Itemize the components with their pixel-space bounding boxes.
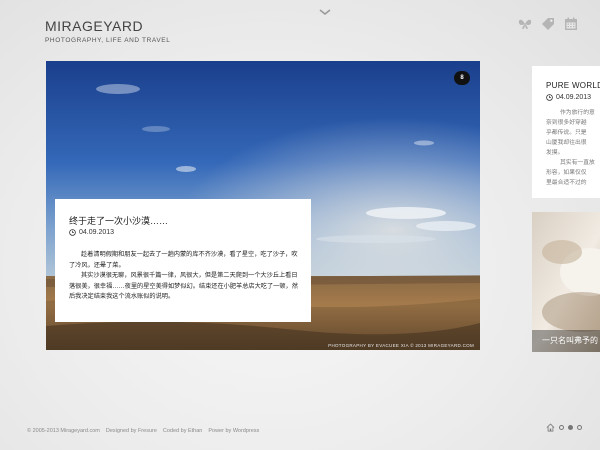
site-title[interactable]: MIRAGEYARD bbox=[45, 18, 170, 34]
carousel-pager bbox=[546, 423, 582, 432]
side-post-title[interactable]: PURE WORLD bbox=[546, 80, 600, 92]
side-post-date: 04.09.2013 bbox=[556, 94, 592, 101]
side-photo-post-card[interactable]: 一只名叫弗予的 bbox=[532, 212, 600, 352]
footer-credits: © 2005-2013 Mirageyard.com Designed by F… bbox=[27, 428, 259, 434]
side-excerpt-line: 里最合适不过的 bbox=[546, 180, 587, 186]
header-icon-bar bbox=[518, 17, 578, 31]
pager-dot[interactable] bbox=[559, 425, 564, 430]
post-date: 04.09.2013 bbox=[79, 229, 115, 236]
pager-dot[interactable] bbox=[577, 425, 582, 430]
side-excerpt-line: 发摸。 bbox=[546, 150, 564, 156]
site-branding[interactable]: MIRAGEYARD PHOTOGRAPHY, LIFE AND TRAVEL bbox=[45, 18, 170, 44]
side-excerpt-line: 乎都传说。只是 bbox=[546, 130, 587, 136]
home-icon[interactable] bbox=[546, 423, 555, 432]
side-photo-caption[interactable]: 一只名叫弗予的 bbox=[532, 330, 600, 352]
side-excerpt-line: 形容，如果仅仅 bbox=[546, 170, 587, 176]
post-excerpt-panel[interactable]: 终于走了一次小沙漠…… 04.09.2013 趁着清明假期和朋友一起去了一趟内蒙… bbox=[55, 199, 311, 322]
post-date-row: 04.09.2013 bbox=[69, 229, 299, 236]
footer-copyright[interactable]: © 2005-2013 Mirageyard.com bbox=[27, 428, 100, 434]
photo-count-badge: 8 bbox=[454, 71, 470, 85]
footer-wordpress-link[interactable]: Power by Wordpress bbox=[208, 428, 259, 434]
footer-coder-link[interactable]: Coded by Ethan bbox=[163, 428, 202, 434]
pager-dot-active[interactable] bbox=[568, 425, 573, 430]
side-excerpt-line: 山厦我却往出很 bbox=[546, 140, 587, 146]
clock-icon bbox=[69, 229, 76, 236]
excerpt-paragraph: 其实沙漠很无聊，风景很千篇一律，风很大，但是第二天爬到一个大沙丘上看日落很美，很… bbox=[69, 272, 298, 300]
butterfly-icon[interactable] bbox=[518, 17, 532, 31]
side-excerpt-line: 其实有一直放 bbox=[560, 160, 595, 166]
tag-icon[interactable] bbox=[541, 17, 555, 31]
side-excerpt-line: 奈到很多好穿越 bbox=[546, 120, 587, 126]
side-post-card[interactable]: PURE WORLD 04.09.2013 作为旅行的意 奈到很多好穿越 乎都传… bbox=[532, 66, 600, 198]
side-post-excerpt: 作为旅行的意 奈到很多好穿越 乎都传说。只是 山厦我却往出很 发摸。 其实有一直… bbox=[546, 108, 600, 188]
side-post-date-row: 04.09.2013 bbox=[546, 94, 600, 101]
footer-designer-link[interactable]: Designed by Fresure bbox=[106, 428, 157, 434]
photo-credit: PHOTOGRAPHY BY EVACUEE XIA © 2013 MIRAGE… bbox=[328, 343, 474, 348]
site-tagline: PHOTOGRAPHY, LIFE AND TRAVEL bbox=[45, 37, 171, 44]
featured-post-card[interactable]: 8 终于走了一次小沙漠…… 04.09.2013 趁着清明假期和朋友一起去了一趟… bbox=[46, 61, 480, 350]
side-excerpt-line: 作为旅行的意 bbox=[560, 110, 595, 116]
calendar-icon[interactable] bbox=[564, 17, 578, 31]
clock-icon bbox=[546, 94, 553, 101]
excerpt-paragraph: 趁着清明假期和朋友一起去了一趟内蒙的库不齐沙漠，看了星空，吃了沙子，吹了冷风，还… bbox=[69, 251, 298, 269]
post-title[interactable]: 终于走了一次小沙漠…… bbox=[69, 215, 299, 227]
post-excerpt-text: 趁着清明假期和朋友一起去了一趟内蒙的库不齐沙漠，看了星空，吃了沙子，吹了冷风，还… bbox=[69, 250, 299, 303]
collapse-chevron-icon[interactable] bbox=[318, 3, 332, 15]
